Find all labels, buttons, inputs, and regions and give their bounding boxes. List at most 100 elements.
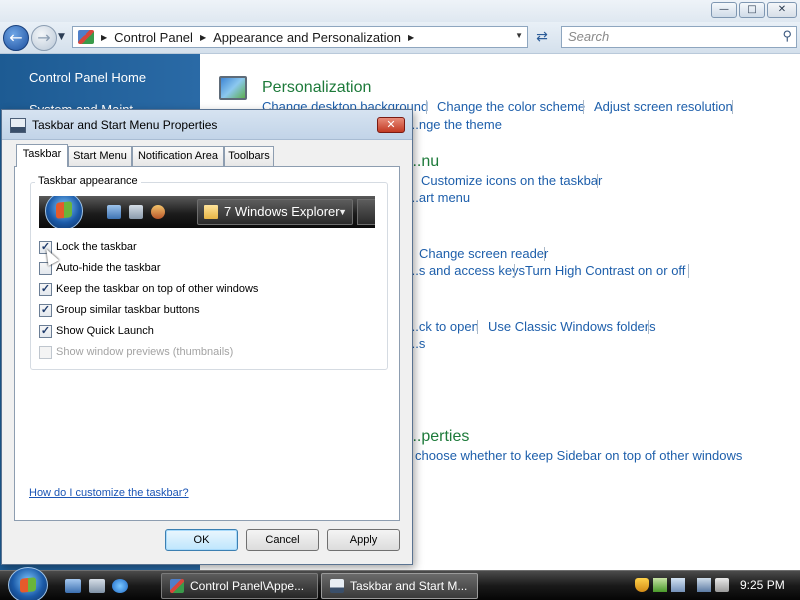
search-placeholder: Search (568, 29, 610, 44)
option-show-quick-launch[interactable]: ✓ Show Quick Launch (39, 323, 154, 339)
link-access-keys[interactable]: ...s and access keys (408, 263, 525, 278)
windows-start-orb-icon[interactable] (8, 567, 48, 600)
search-input[interactable]: Search ⚲ (561, 26, 797, 48)
sidebar-item-home[interactable]: Control Panel Home (29, 70, 146, 85)
sidebar-section-heading[interactable]: ...perties (408, 428, 469, 446)
refresh-icon[interactable]: ⇄ (531, 26, 553, 48)
checkbox-keep-on-top[interactable]: ✓ (39, 282, 52, 296)
dialog-title: Taskbar and Start Menu Properties (32, 118, 218, 132)
chevron-right-icon[interactable]: ▶ (200, 33, 206, 42)
taskbar-button-control-panel[interactable]: Control Panel\Appe... (161, 573, 318, 599)
link-separator (583, 100, 584, 114)
address-dropdown-icon[interactable]: ▼ (515, 31, 523, 40)
help-link[interactable]: How do I customize the taskbar? (29, 487, 189, 499)
link-classic-folders[interactable]: Use Classic Windows folders (488, 319, 656, 334)
folder-icon (204, 205, 218, 219)
link-high-contrast[interactable]: Turn High Contrast on or off (525, 263, 685, 278)
taskbar-tab-panel: Taskbar appearance 7 Windows Explorer ▼ … (14, 166, 400, 521)
clock[interactable]: 9:25 PM (740, 578, 785, 592)
checkbox-window-previews (39, 345, 52, 359)
preview-taskbar-button-2 (357, 199, 375, 225)
link-sidebar-on-top[interactable]: choose whether to keep Sidebar on top of… (415, 448, 742, 463)
ok-button[interactable]: OK (165, 529, 238, 551)
windows-start-orb-icon (45, 196, 83, 228)
taskbar-button-taskbar-properties[interactable]: Taskbar and Start M... (321, 573, 478, 599)
volume-muted-icon[interactable] (715, 578, 729, 592)
breadcrumb-control-panel[interactable]: Control Panel (114, 30, 193, 45)
title-bar: — □ ✕ (0, 0, 800, 22)
media-player-icon (151, 205, 165, 219)
option-label: Group similar taskbar buttons (56, 304, 200, 316)
link-separator (688, 264, 689, 278)
windows-update-icon[interactable] (653, 578, 667, 592)
tab-notification-area[interactable]: Notification Area (132, 146, 224, 166)
personalization-icon (219, 76, 247, 100)
option-keep-on-top[interactable]: ✓ Keep the taskbar on top of other windo… (39, 281, 258, 297)
taskbar-properties-dialog: Taskbar and Start Menu Properties ✕ Task… (1, 109, 413, 565)
link-start-menu[interactable]: ...art menu (408, 190, 470, 205)
link-separator (477, 320, 478, 334)
option-label: Keep the taskbar on top of other windows (56, 283, 259, 295)
option-label: Auto-hide the taskbar (56, 262, 161, 274)
maximize-button[interactable]: □ (739, 2, 765, 18)
link-separator (597, 174, 598, 188)
internet-explorer-icon[interactable] (112, 579, 128, 593)
cancel-button[interactable]: Cancel (246, 529, 319, 551)
option-label: Show window previews (thumbnails) (56, 346, 234, 358)
windows-logo-icon (20, 577, 36, 593)
navigation-bar: ← → ▼ ▶ Control Panel ▶ Appearance and P… (0, 22, 800, 54)
tab-start-menu[interactable]: Start Menu (68, 146, 132, 166)
show-desktop-icon (107, 205, 121, 219)
checkbox-group-buttons[interactable]: ✓ (39, 303, 52, 317)
address-bar[interactable]: ▶ Control Panel ▶ Appearance and Persona… (72, 26, 528, 48)
preview-taskbar-button: 7 Windows Explorer ▼ (197, 199, 353, 225)
task-label: Taskbar and Start M... (350, 579, 468, 593)
control-panel-icon (170, 579, 184, 593)
taskbar-properties-icon (10, 118, 26, 133)
tab-taskbar[interactable]: Taskbar (16, 144, 68, 167)
network-icon[interactable] (697, 578, 711, 592)
dialog-title-bar[interactable]: Taskbar and Start Menu Properties ✕ (2, 110, 412, 140)
group-label: Taskbar appearance (35, 175, 141, 187)
search-icon[interactable]: ⚲ (782, 28, 792, 44)
security-alert-icon[interactable] (635, 578, 649, 592)
switch-windows-icon (129, 205, 143, 219)
link-adjust-resolution[interactable]: Adjust screen resolution (594, 99, 733, 114)
close-icon[interactable]: ✕ (377, 117, 405, 133)
link-separator (514, 264, 515, 278)
chevron-right-icon[interactable]: ▶ (101, 33, 107, 42)
link-change-color-scheme[interactable]: Change the color scheme (437, 99, 585, 114)
minimize-button[interactable]: — (711, 2, 737, 18)
breadcrumb-appearance[interactable]: Appearance and Personalization (213, 30, 401, 45)
back-arrow-icon[interactable]: ← (3, 25, 29, 51)
taskbar: Control Panel\Appe... Taskbar and Start … (0, 567, 800, 600)
chevron-down-icon: ▼ (338, 207, 347, 217)
option-group-buttons[interactable]: ✓ Group similar taskbar buttons (39, 302, 200, 318)
taskbar-properties-icon (330, 579, 344, 593)
option-window-previews: Show window previews (thumbnails) (39, 344, 233, 360)
option-label: Show Quick Launch (56, 325, 154, 337)
preview-item-label: 7 Windows Explorer (224, 204, 340, 219)
chevron-right-icon[interactable]: ▶ (408, 33, 414, 42)
apply-button[interactable]: Apply (327, 529, 400, 551)
tab-toolbars[interactable]: Toolbars (224, 146, 274, 166)
link-screen-reader[interactable]: Change screen reader (419, 246, 548, 261)
show-desktop-icon[interactable] (65, 579, 81, 593)
link-separator (732, 100, 733, 114)
personalization-heading[interactable]: Personalization (262, 79, 371, 97)
link-separator (544, 247, 545, 261)
checkbox-show-quick-launch[interactable]: ✓ (39, 324, 52, 338)
forward-arrow-icon[interactable]: → (31, 25, 57, 51)
link-customize-icons[interactable]: Customize icons on the taskbar (421, 173, 602, 188)
windows-logo-icon (56, 201, 72, 219)
windows-sidebar-icon[interactable] (671, 578, 685, 592)
switch-windows-icon[interactable] (89, 579, 105, 593)
link-click-to-open[interactable]: ...ck to open (408, 319, 479, 334)
option-auto-hide[interactable]: Auto-hide the taskbar (39, 260, 161, 276)
history-dropdown-icon[interactable]: ▼ (58, 32, 68, 44)
control-panel-icon (78, 30, 94, 44)
task-label: Control Panel\Appe... (190, 579, 305, 593)
close-button[interactable]: ✕ (767, 2, 797, 18)
taskbar-preview: 7 Windows Explorer ▼ (39, 196, 375, 228)
link-change-theme[interactable]: ...nge the theme (408, 117, 502, 132)
